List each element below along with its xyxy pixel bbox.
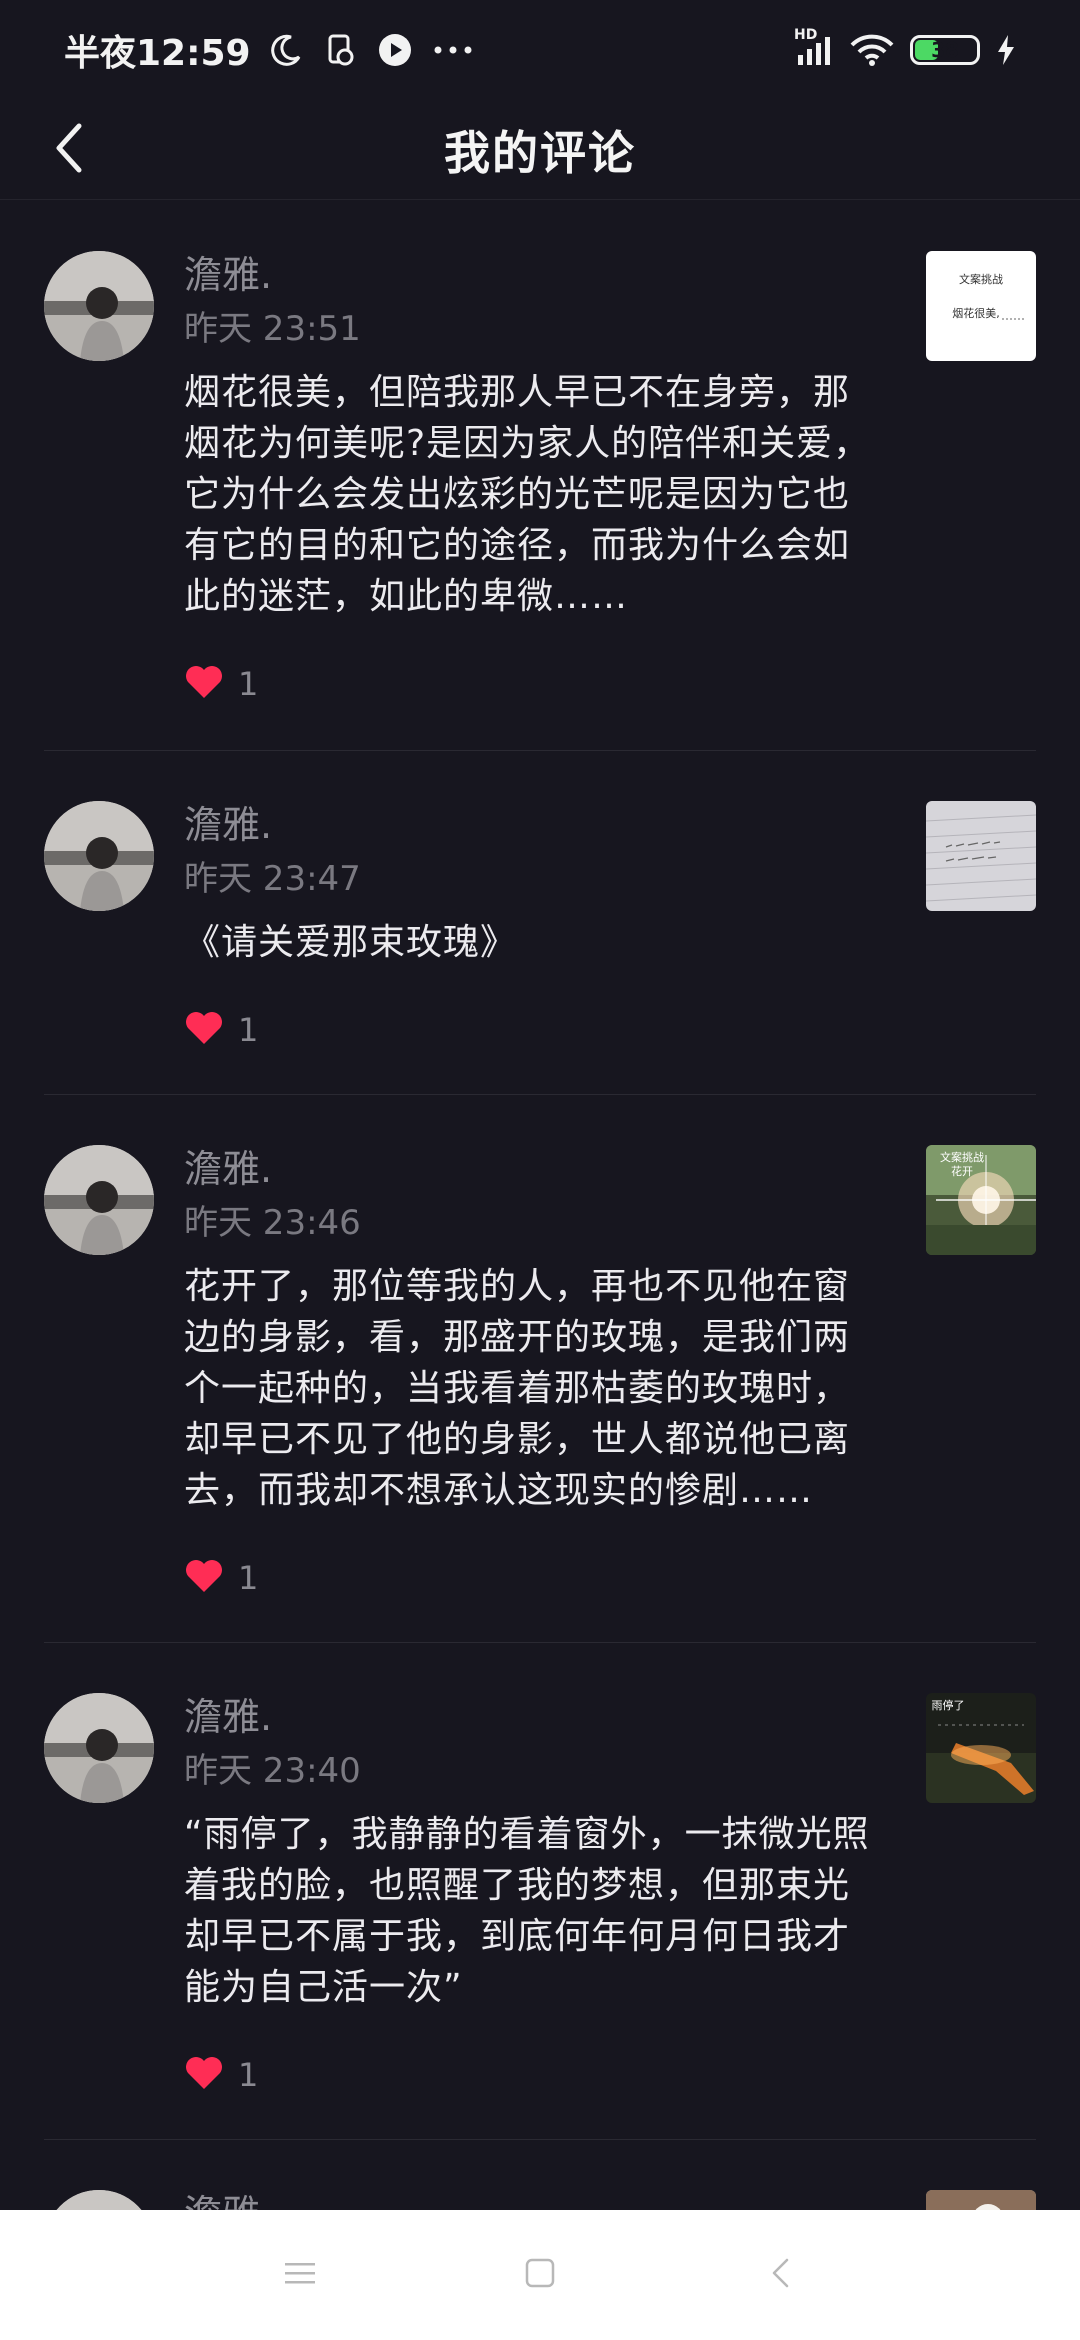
- comment-item[interactable]: 澹雅. 昨天 23:47 《请关爱那束玫瑰》 1: [44, 751, 1036, 1095]
- header: 我的评论: [0, 100, 1080, 200]
- comment-username[interactable]: 澹雅.: [184, 799, 884, 851]
- chevron-left-icon: [51, 120, 85, 180]
- comment-body: 澹雅. 昨天 23:47 《请关爱那束玫瑰》 1: [184, 751, 884, 1054]
- comment-list: 澹雅. 昨天 23:51 烟花很美，但陪我那人早已不在身旁，那烟花为何美呢?是因…: [0, 201, 1080, 2340]
- battery-level: 38: [931, 38, 959, 62]
- status-time: 半夜12:59: [64, 33, 251, 74]
- play-circle-icon: [377, 32, 413, 68]
- comment-body: 澹雅. 昨天 23:46 花开了，那位等我的人，再也不见他在窗边的身影，看，那盛…: [184, 1095, 884, 1602]
- comment-body: 澹雅. 昨天 23:51 烟花很美，但陪我那人早已不在身旁，那烟花为何美呢?是因…: [184, 201, 884, 708]
- status-right: HD 38: [794, 27, 1016, 67]
- post-thumbnail[interactable]: [926, 801, 1036, 911]
- home-button[interactable]: [510, 2245, 570, 2305]
- square-icon: [525, 2258, 555, 2292]
- avatar[interactable]: [44, 1145, 154, 1255]
- comment-text: “雨停了，我静静的看着窗外，一抹微光照着我的脸，也照醒了我的梦想，但那束光却早已…: [184, 1814, 870, 2008]
- comment-time: 昨天 23:40: [184, 1751, 361, 1791]
- thumb-text: 雨停了: [932, 1698, 965, 1712]
- menu-icon: [285, 2261, 315, 2289]
- comment-time: 昨天 23:47: [184, 859, 361, 899]
- heart-icon[interactable]: [184, 2055, 224, 2095]
- back-button[interactable]: [40, 122, 96, 178]
- wifi-icon: [850, 33, 894, 67]
- comment-username[interactable]: 澹雅.: [184, 249, 884, 301]
- thumb-text: 烟花很美,: [952, 306, 1000, 320]
- navigation-bar: [0, 2210, 1080, 2340]
- thumb-text: 文案挑战: [959, 272, 1003, 286]
- comment-item[interactable]: 澹雅. 昨天 23:46 花开了，那位等我的人，再也不见他在窗边的身影，看，那盛…: [44, 1095, 1036, 1643]
- network-label: HD: [794, 27, 818, 43]
- battery-icon: 38: [910, 35, 980, 65]
- like-row[interactable]: 1: [184, 2051, 884, 2099]
- like-count: 1: [238, 1559, 259, 1597]
- charging-bolt-icon: [996, 34, 1016, 66]
- menu-button[interactable]: [270, 2245, 330, 2305]
- heart-icon[interactable]: [184, 1558, 224, 1598]
- triangle-back-icon: [769, 2257, 791, 2293]
- more-dots-icon: [433, 45, 473, 55]
- thumb-text: 文案挑战: [940, 1150, 984, 1164]
- avatar[interactable]: [44, 1693, 154, 1803]
- comment-text: 烟花很美，但陪我那人早已不在身旁，那烟花为何美呢?是因为家人的陪伴和关爱，它为什…: [184, 372, 871, 617]
- avatar[interactable]: [44, 801, 154, 911]
- post-thumbnail[interactable]: 文案挑战 花开: [926, 1145, 1036, 1255]
- like-row[interactable]: 1: [184, 660, 884, 708]
- comment-item[interactable]: 澹雅. 昨天 23:40 “雨停了，我静静的看着窗外，一抹微光照着我的脸，也照醒…: [44, 1643, 1036, 2140]
- signal-icon: HD: [794, 27, 834, 67]
- comment-username[interactable]: 澹雅.: [184, 1143, 884, 1195]
- heart-icon[interactable]: [184, 1010, 224, 1050]
- moon-icon: [269, 33, 303, 67]
- like-count: 1: [238, 2056, 259, 2094]
- comment-username[interactable]: 澹雅.: [184, 1691, 884, 1743]
- comment-time: 昨天 23:46: [184, 1203, 361, 1243]
- heart-icon[interactable]: [184, 664, 224, 704]
- comment-text: 《请关爱那束玫瑰》: [184, 922, 518, 963]
- like-row[interactable]: 1: [184, 1006, 884, 1054]
- comment-time: 昨天 23:51: [184, 309, 361, 349]
- comment-item[interactable]: 澹雅. 昨天 23:51 烟花很美，但陪我那人早已不在身旁，那烟花为何美呢?是因…: [44, 201, 1036, 751]
- like-count: 1: [238, 665, 259, 703]
- like-count: 1: [238, 1011, 259, 1049]
- avatar[interactable]: [44, 251, 154, 361]
- post-thumbnail[interactable]: 文案挑战 烟花很美,: [926, 251, 1036, 361]
- nav-back-button[interactable]: [750, 2245, 810, 2305]
- page-title: 我的评论: [444, 125, 636, 180]
- status-bar: 半夜12:59 HD 38: [0, 0, 1080, 100]
- thumb-text: 花开: [951, 1165, 973, 1178]
- post-thumbnail[interactable]: 雨停了: [926, 1693, 1036, 1803]
- comment-text: 花开了，那位等我的人，再也不见他在窗边的身影，看，那盛开的玫瑰，是我们两个一起种…: [184, 1266, 851, 1511]
- alarm-file-icon: [323, 33, 357, 67]
- comment-body: 澹雅. 昨天 23:40 “雨停了，我静静的看着窗外，一抹微光照着我的脸，也照醒…: [184, 1643, 884, 2099]
- like-row[interactable]: 1: [184, 1554, 884, 1602]
